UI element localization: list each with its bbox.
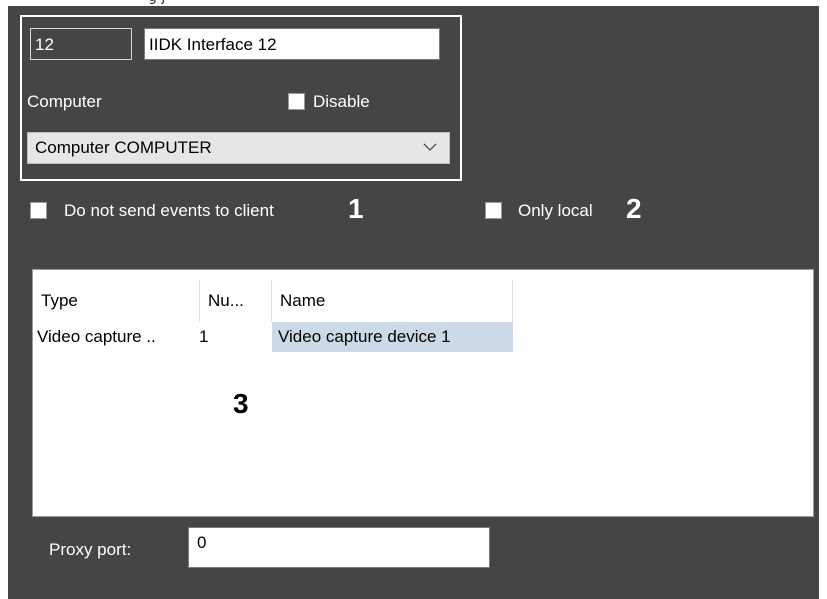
device-list[interactable]: Type Nu... Name Video capture .. 1 Video… bbox=[32, 269, 814, 517]
column-header-name[interactable]: Name bbox=[272, 280, 513, 322]
no-send-events-checkbox[interactable] bbox=[30, 202, 47, 219]
column-header-number[interactable]: Nu... bbox=[200, 280, 272, 322]
interface-id-field[interactable]: 12 bbox=[30, 28, 132, 60]
callout-marker-3: 3 bbox=[233, 388, 249, 419]
disable-checkbox[interactable] bbox=[288, 93, 305, 110]
no-send-events-label: Do not send events to client bbox=[64, 201, 274, 220]
proxy-port-field[interactable]: 0 bbox=[188, 527, 490, 568]
column-header-type[interactable]: Type bbox=[33, 280, 200, 322]
top-partial-text-content: g j bbox=[148, 0, 165, 5]
row-type-cell[interactable]: Video capture .. bbox=[37, 322, 197, 352]
disable-label: Disable bbox=[313, 92, 370, 111]
callout-marker-1: 1 bbox=[348, 193, 364, 224]
computer-select-value: Computer COMPUTER bbox=[35, 138, 212, 157]
proxy-port-label: Proxy port: bbox=[49, 540, 132, 559]
interface-name-field[interactable]: IIDK Interface 12 bbox=[144, 28, 440, 60]
only-local-label: Only local bbox=[518, 201, 593, 220]
computer-select[interactable]: Computer COMPUTER bbox=[27, 132, 450, 164]
callout-marker-2: 2 bbox=[626, 193, 642, 224]
only-local-checkbox[interactable] bbox=[485, 202, 502, 219]
computer-label: Computer bbox=[27, 92, 102, 111]
settings-panel: 12 IIDK Interface 12 Computer Disable Co… bbox=[8, 6, 819, 599]
chevron-down-icon bbox=[423, 143, 437, 151]
row-number-cell[interactable]: 1 bbox=[199, 322, 269, 352]
row-name-cell[interactable]: Video capture device 1 bbox=[272, 322, 513, 352]
